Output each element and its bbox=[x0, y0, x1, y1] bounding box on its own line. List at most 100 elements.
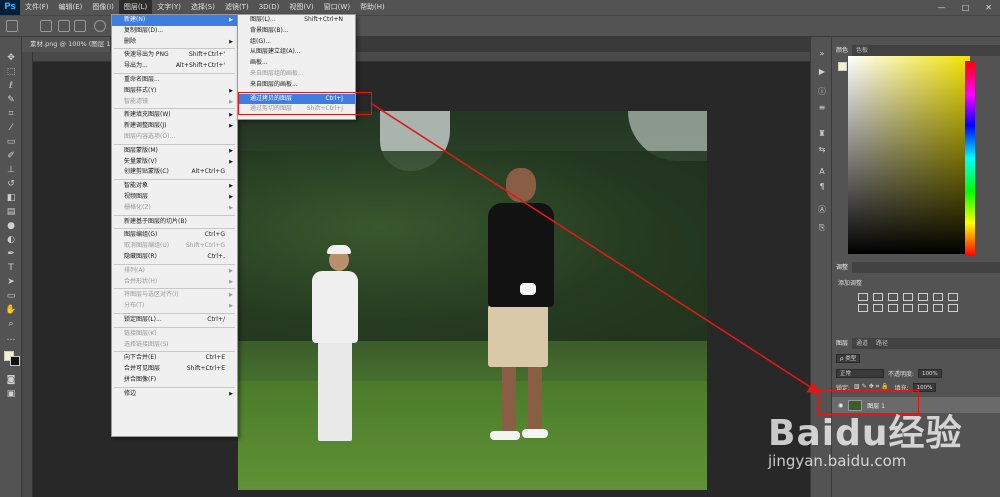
menu-item[interactable]: 文字(Y) bbox=[152, 0, 186, 15]
background-color-swatch[interactable] bbox=[10, 356, 20, 366]
menu-item[interactable]: 图像(I) bbox=[87, 0, 119, 15]
brightness-icon[interactable] bbox=[858, 293, 868, 301]
menu-item[interactable]: 导出为... Alt+Shift+Ctrl+' bbox=[112, 61, 237, 72]
brush-size-icon[interactable] bbox=[94, 20, 106, 32]
layer-comps-icon[interactable]: ⎘ bbox=[817, 223, 827, 232]
photo-canvas-image[interactable] bbox=[238, 111, 707, 490]
history-brush-tool-icon[interactable]: ↺ bbox=[5, 179, 17, 189]
color-lookup-icon[interactable] bbox=[903, 304, 913, 312]
menu-item[interactable]: 新建调整图层(J) ▶ bbox=[112, 121, 237, 132]
menu-item[interactable]: 图层蒙版(M) ▶ bbox=[112, 146, 237, 157]
pen-tool-icon[interactable]: ✒ bbox=[5, 249, 17, 259]
opacity-input[interactable]: 100% bbox=[918, 368, 942, 378]
clone-source-icon[interactable]: ♜ bbox=[817, 129, 827, 138]
menu-item[interactable]: 修边 ▶ bbox=[112, 389, 237, 400]
character-icon[interactable]: A bbox=[817, 167, 827, 176]
healing-tool-icon[interactable]: ▭ bbox=[5, 137, 17, 147]
screen-mode-icon[interactable]: ▣ bbox=[5, 389, 17, 399]
menu-item[interactable]: 组(G)... bbox=[238, 37, 355, 48]
info-icon[interactable]: ⓘ bbox=[817, 87, 827, 96]
photo-filter-icon[interactable] bbox=[873, 304, 883, 312]
menu-item[interactable]: 新建基于图层的切片(B) bbox=[112, 217, 237, 228]
hue-slider[interactable] bbox=[965, 61, 975, 256]
menu-item[interactable]: 新建(N) ▶ bbox=[112, 15, 237, 26]
menu-item[interactable]: 视图(V) bbox=[284, 0, 318, 15]
menu-item[interactable]: 图层样式(Y) ▶ bbox=[112, 86, 237, 97]
tool-preset-icon[interactable] bbox=[6, 20, 18, 32]
menu-item[interactable]: 背景图层(B)... bbox=[238, 26, 355, 37]
menu-item[interactable]: 智能对象 ▶ bbox=[112, 181, 237, 192]
minimize-icon[interactable]: — bbox=[938, 3, 946, 12]
menu-item[interactable]: 锁定图层(L)... Ctrl+/ bbox=[112, 315, 237, 326]
stamp-tool-icon[interactable]: ⊥ bbox=[5, 165, 17, 175]
exposure-icon[interactable] bbox=[903, 293, 913, 301]
curves-icon[interactable] bbox=[888, 293, 898, 301]
close-icon[interactable]: ✕ bbox=[985, 3, 992, 12]
menu-item[interactable]: 矢量蒙版(V) ▶ bbox=[112, 157, 237, 168]
menu-item[interactable]: 图层编组(G) Ctrl+G bbox=[112, 230, 237, 241]
brush-subtract-icon[interactable] bbox=[74, 20, 86, 32]
menu-item[interactable]: 向下合并(E) Ctrl+E bbox=[112, 353, 237, 364]
quick-mask-icon[interactable]: ◙ bbox=[5, 375, 17, 385]
levels-icon[interactable] bbox=[873, 293, 883, 301]
tab-adjustments[interactable]: 调整 bbox=[832, 262, 853, 273]
menu-item[interactable]: 编辑(E) bbox=[54, 0, 88, 15]
color-picker-field[interactable] bbox=[848, 56, 970, 254]
eyedropper-tool-icon[interactable]: ⁄ bbox=[5, 123, 17, 133]
hue-saturation-icon[interactable] bbox=[933, 293, 943, 301]
type-tool-icon[interactable]: T bbox=[5, 263, 17, 273]
menu-item[interactable]: 拼合图像(F) bbox=[112, 375, 237, 386]
brush-new-icon[interactable] bbox=[40, 20, 52, 32]
quick-select-tool-icon[interactable]: ✎ bbox=[5, 95, 17, 105]
menu-item[interactable]: 复制图层(D)... bbox=[112, 26, 237, 37]
channel-mixer-icon[interactable] bbox=[888, 304, 898, 312]
dodge-tool-icon[interactable]: ◐ bbox=[5, 235, 17, 245]
tab-layers[interactable]: 图层 bbox=[832, 338, 853, 349]
menu-item[interactable]: 图层(L)... Shift+Ctrl+N bbox=[238, 15, 355, 26]
play-icon[interactable]: ▶ bbox=[817, 67, 827, 76]
menu-item[interactable]: 选择(S) bbox=[186, 0, 220, 15]
threshold-icon[interactable] bbox=[948, 304, 958, 312]
document-tab[interactable]: 素材.png @ 100% (图层 1, R bbox=[22, 37, 110, 52]
layer-kind-select[interactable]: ρ 类型 bbox=[836, 353, 861, 363]
menu-item[interactable]: 来自图层的画板... bbox=[238, 80, 355, 91]
menu-item[interactable]: 滤镜(T) bbox=[220, 0, 254, 15]
path-select-tool-icon[interactable]: ➤ bbox=[5, 277, 17, 287]
hand-tool-icon[interactable]: ✋ bbox=[5, 305, 17, 315]
menu-item[interactable]: 画板... bbox=[238, 58, 355, 69]
menu-item[interactable]: 图层(L) bbox=[118, 0, 153, 15]
invert-icon[interactable] bbox=[918, 304, 928, 312]
maximize-icon[interactable]: □ bbox=[962, 3, 970, 12]
blur-tool-icon[interactable]: ● bbox=[5, 221, 17, 231]
black-white-icon[interactable] bbox=[858, 304, 868, 312]
menu-item[interactable]: 快速导出为 PNG Shift+Ctrl+' bbox=[112, 50, 237, 61]
menu-item[interactable]: 帮助(H) bbox=[355, 0, 390, 15]
more-tools-icon[interactable]: … bbox=[5, 333, 17, 343]
blend-mode-select[interactable]: 正常 bbox=[836, 368, 884, 378]
move-tool-icon[interactable]: ✥ bbox=[5, 53, 17, 63]
menu-item[interactable]: 视频图层 ▶ bbox=[112, 192, 237, 203]
glyphs-icon[interactable]: Ⓐ bbox=[817, 205, 827, 214]
shape-tool-icon[interactable]: ▭ bbox=[5, 291, 17, 301]
menu-item[interactable]: 重命名图层... bbox=[112, 75, 237, 86]
collapse-icon[interactable]: » bbox=[817, 49, 827, 58]
menu-item[interactable]: 窗口(W) bbox=[319, 0, 355, 15]
menu-item[interactable]: 合并可见图层 Shift+Ctrl+E bbox=[112, 364, 237, 375]
brush-tool-icon[interactable]: ✐ bbox=[5, 151, 17, 161]
lasso-tool-icon[interactable]: ℓ bbox=[5, 81, 17, 91]
menu-item[interactable]: 3D(D) bbox=[254, 0, 285, 15]
marquee-tool-icon[interactable]: ⬚ bbox=[5, 67, 17, 77]
menu-item[interactable]: 新建填充图层(W) ▶ bbox=[112, 110, 237, 121]
menu-item[interactable]: 文件(F) bbox=[20, 0, 54, 15]
menu-item[interactable]: 删除 ▶ bbox=[112, 37, 237, 48]
menu-item[interactable]: 从图层建立组(A)... bbox=[238, 47, 355, 58]
gradient-tool-icon[interactable]: ▤ bbox=[5, 207, 17, 217]
properties-icon[interactable]: ≡ bbox=[817, 103, 827, 112]
eraser-tool-icon[interactable]: ◧ bbox=[5, 193, 17, 203]
crop-tool-icon[interactable]: ⌗ bbox=[5, 109, 17, 119]
tab-color[interactable]: 颜色 bbox=[832, 45, 853, 56]
menu-item[interactable]: 创建剪贴蒙版(C) Alt+Ctrl+G bbox=[112, 167, 237, 178]
zoom-tool-icon[interactable]: ⌕ bbox=[5, 319, 17, 329]
brush-add-icon[interactable] bbox=[58, 20, 70, 32]
color-balance-icon[interactable] bbox=[948, 293, 958, 301]
